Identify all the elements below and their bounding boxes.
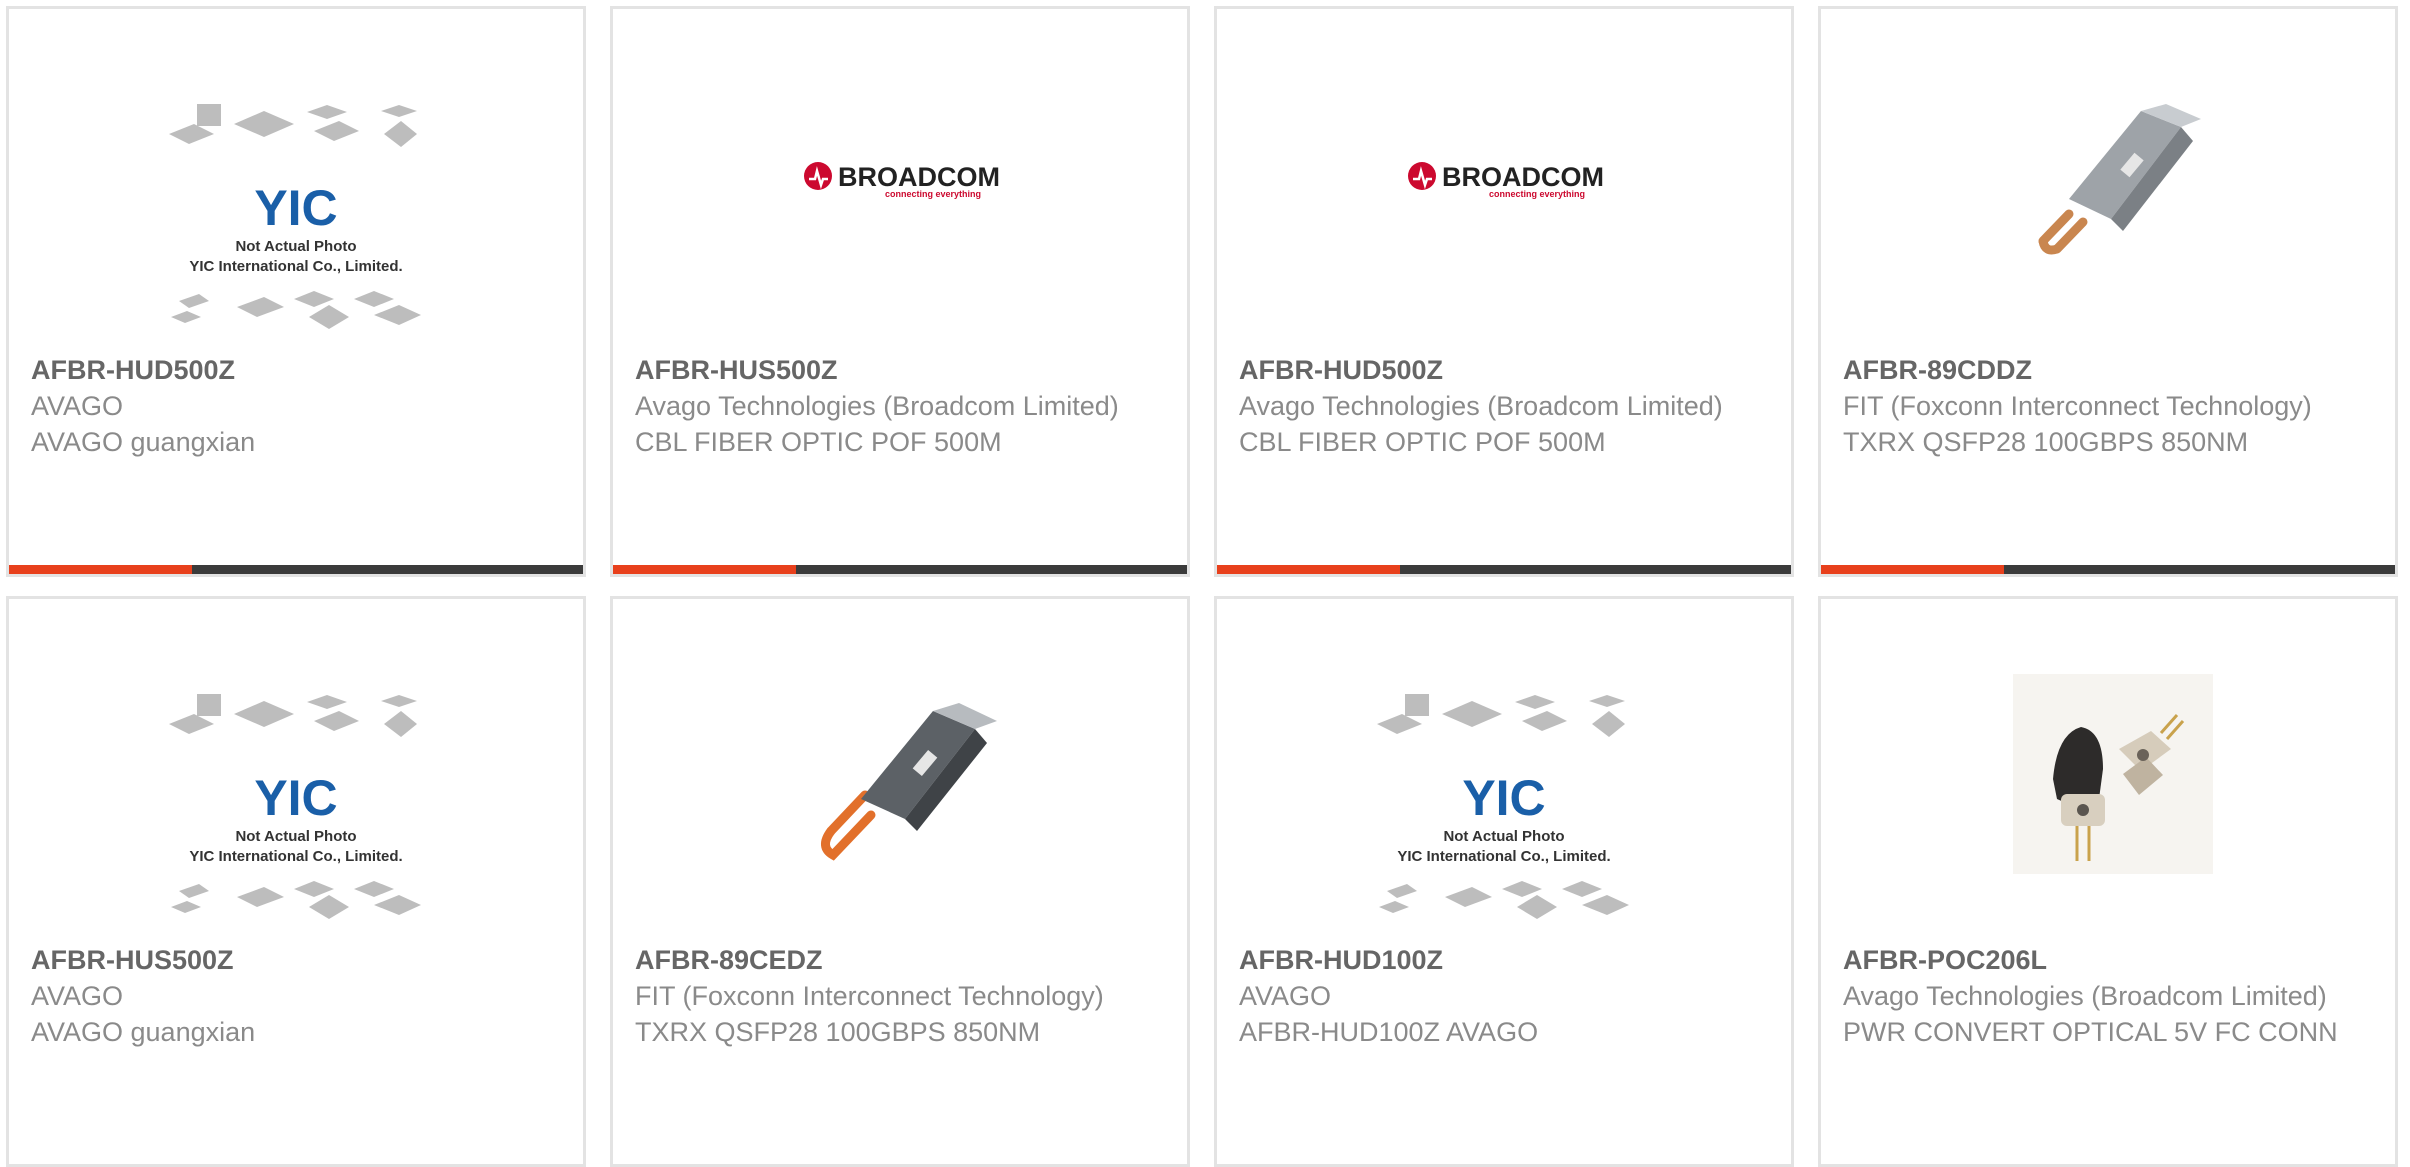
- part-number[interactable]: AFBR-HUD500Z: [31, 352, 561, 388]
- part-number[interactable]: AFBR-89CEDZ: [635, 942, 1165, 978]
- svg-text:BROADCOM: BROADCOM: [838, 162, 1000, 192]
- svg-text:connecting everything: connecting everything: [1489, 189, 1585, 199]
- product-image-broadcom-logo[interactable]: BROADCOM connecting everything: [1217, 9, 1791, 349]
- manufacturer: Avago Technologies (Broadcom Limited): [1239, 391, 1723, 421]
- product-card[interactable]: BROADCOM connecting everything AFBR-HUD5…: [1214, 6, 1794, 577]
- product-image-yic-placeholder[interactable]: YIC Not Actual Photo YIC International C…: [1217, 599, 1791, 939]
- svg-text:YIC International Co., Limited: YIC International Co., Limited.: [189, 848, 402, 865]
- description: AFBR-HUD100Z AVAGO: [1239, 1017, 1539, 1047]
- card-footer-accent: [613, 565, 796, 574]
- product-image-broadcom-logo[interactable]: BROADCOM connecting everything: [613, 9, 1187, 349]
- part-number[interactable]: AFBR-HUD100Z: [1239, 942, 1769, 978]
- description: TXRX QSFP28 100GBPS 850NM: [635, 1017, 1041, 1047]
- card-footer-accent: [9, 565, 192, 574]
- card-footer-bar: [9, 565, 583, 574]
- manufacturer: Avago Technologies (Broadcom Limited): [1843, 981, 2327, 1011]
- part-number[interactable]: AFBR-HUS500Z: [635, 352, 1165, 388]
- manufacturer: AVAGO: [31, 391, 124, 421]
- product-card[interactable]: AFBR-89CEDZ FIT (Foxconn Interconnect Te…: [610, 596, 1190, 1167]
- svg-text:Not Actual Photo: Not Actual Photo: [1443, 828, 1564, 845]
- product-image-yic-placeholder[interactable]: YIC Not Actual Photo YIC International C…: [9, 9, 583, 349]
- card-footer-accent: [1217, 565, 1400, 574]
- product-card[interactable]: YIC Not Actual Photo YIC International C…: [6, 6, 586, 577]
- description: PWR CONVERT OPTICAL 5V FC CONN: [1843, 1017, 2338, 1047]
- yic-logo: YIC: [254, 180, 337, 236]
- manufacturer: AVAGO: [1239, 981, 1332, 1011]
- description: AVAGO guangxian: [31, 427, 256, 457]
- product-card[interactable]: YIC Not Actual Photo YIC International C…: [6, 596, 586, 1167]
- product-image-optical-connector[interactable]: [1821, 599, 2395, 939]
- product-image-qsfp-module[interactable]: [1821, 9, 2395, 349]
- product-grid: YIC Not Actual Photo YIC International C…: [0, 0, 2410, 1167]
- svg-text:connecting everything: connecting everything: [885, 189, 981, 199]
- yic-logo: YIC: [254, 770, 337, 826]
- product-card[interactable]: BROADCOM connecting everything AFBR-HUS5…: [610, 6, 1190, 577]
- part-number[interactable]: AFBR-HUS500Z: [31, 942, 561, 978]
- description: CBL FIBER OPTIC POF 500M: [1239, 427, 1606, 457]
- card-footer-bar: [1821, 565, 2395, 574]
- manufacturer: Avago Technologies (Broadcom Limited): [635, 391, 1119, 421]
- product-card[interactable]: AFBR-89CDDZ FIT (Foxconn Interconnect Te…: [1818, 6, 2398, 577]
- svg-text:YIC International Co., Limited: YIC International Co., Limited.: [1397, 848, 1610, 865]
- svg-text:BROADCOM: BROADCOM: [1442, 162, 1604, 192]
- yic-logo: YIC: [1462, 770, 1545, 826]
- product-card[interactable]: AFBR-POC206L Avago Technologies (Broadco…: [1818, 596, 2398, 1167]
- manufacturer: FIT (Foxconn Interconnect Technology): [1843, 391, 2312, 421]
- product-image-yic-placeholder[interactable]: YIC Not Actual Photo YIC International C…: [9, 599, 583, 939]
- description: CBL FIBER OPTIC POF 500M: [635, 427, 1002, 457]
- part-number[interactable]: AFBR-89CDDZ: [1843, 352, 2373, 388]
- description: TXRX QSFP28 100GBPS 850NM: [1843, 427, 2249, 457]
- product-card[interactable]: YIC Not Actual Photo YIC International C…: [1214, 596, 1794, 1167]
- part-number[interactable]: AFBR-POC206L: [1843, 942, 2373, 978]
- manufacturer: FIT (Foxconn Interconnect Technology): [635, 981, 1104, 1011]
- svg-text:YIC International Co., Limited: YIC International Co., Limited.: [189, 258, 402, 275]
- svg-text:Not Actual Photo: Not Actual Photo: [235, 828, 356, 845]
- svg-text:Not Actual Photo: Not Actual Photo: [235, 238, 356, 255]
- product-image-qsfp-module[interactable]: [613, 599, 1187, 939]
- description: AVAGO guangxian: [31, 1017, 256, 1047]
- card-footer-accent: [1821, 565, 2004, 574]
- card-footer-bar: [613, 565, 1187, 574]
- manufacturer: AVAGO: [31, 981, 124, 1011]
- part-number[interactable]: AFBR-HUD500Z: [1239, 352, 1769, 388]
- card-footer-bar: [1217, 565, 1791, 574]
